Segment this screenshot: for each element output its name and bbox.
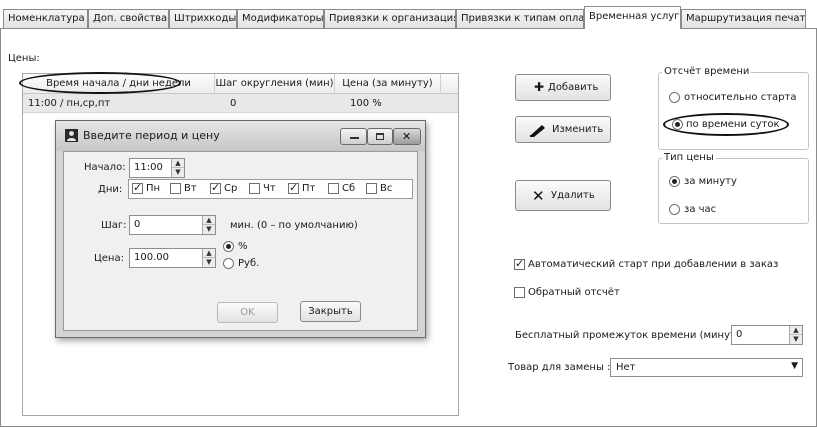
cell-start: 11:00 / пн,ср,пт <box>28 98 111 109</box>
auto-start-checkbox[interactable] <box>514 257 525 270</box>
day-label-tue: Вт <box>184 183 197 194</box>
day-checkbox-fri[interactable] <box>288 181 299 194</box>
table-row[interactable]: 11:00 / пн,ср,пт 0 100 % <box>23 94 458 113</box>
spin-down-icon: ▼ <box>175 168 181 176</box>
day-label-wed: Ср <box>224 183 238 194</box>
days-label: Дни: <box>98 184 123 195</box>
dialog-title: Введите период и цену <box>83 129 220 142</box>
spin-up-icon: ▲ <box>172 159 184 168</box>
step-hint: мин. (0 – по умолчанию) <box>230 220 358 231</box>
dialog-close-button[interactable]: Закрыть <box>300 301 361 322</box>
auto-start-label: Автоматический старт при добавлении в за… <box>528 259 779 270</box>
tab-barcodes[interactable]: Штрихкоды <box>169 9 237 28</box>
label-per-minute: за минуту <box>684 176 737 187</box>
day-label-thu: Чт <box>263 183 276 194</box>
step-spinner[interactable]: ▲ ▼ <box>202 216 215 234</box>
replacement-label: Товар для замены : <box>508 362 611 373</box>
column-header-step[interactable]: Шаг округления (мин) <box>215 74 335 94</box>
ok-button[interactable]: OK <box>217 302 278 323</box>
label-time-of-day: по времени суток <box>686 119 780 130</box>
plus-icon: ✚ <box>534 80 545 94</box>
day-checkbox-tue[interactable] <box>170 183 181 194</box>
maximize-button[interactable] <box>367 128 393 145</box>
minimize-icon <box>350 137 359 139</box>
radio-per-hour[interactable] <box>669 204 680 215</box>
unit-rub-label: Руб. <box>238 258 260 269</box>
unit-percent-radio[interactable] <box>223 241 234 252</box>
day-checkbox-sat[interactable] <box>328 183 339 194</box>
delete-button[interactable]: ✕ Удалить <box>515 180 611 211</box>
unit-percent-label: % <box>238 241 248 252</box>
time-reference-legend: Отсчёт времени <box>662 66 752 78</box>
chevron-down-icon: ▼ <box>791 361 798 371</box>
pen-icon <box>528 123 548 137</box>
label-relative-start: относительно старта <box>684 92 797 103</box>
step-label: Шаг: <box>101 220 127 231</box>
minimize-button[interactable] <box>340 128 367 145</box>
period-price-dialog: Введите период и цену ✕ Начало: 11:00 ▲ ▼… <box>55 120 426 338</box>
price-spinner[interactable]: ▲ ▼ <box>202 249 215 267</box>
price-label: Цена: <box>94 253 124 264</box>
free-interval-spinner[interactable]: ▲ ▼ <box>789 326 802 344</box>
day-checkbox-sun[interactable] <box>366 183 377 194</box>
person-icon <box>65 129 78 142</box>
start-time-spinner[interactable]: ▲ ▼ <box>171 159 184 177</box>
tab-time-service[interactable]: Временная услуга <box>584 6 681 29</box>
spin-down-icon: ▼ <box>206 258 212 266</box>
day-checkbox-mon[interactable] <box>132 181 143 194</box>
cell-step: 0 <box>230 98 237 109</box>
spin-down-icon: ▼ <box>793 335 799 343</box>
tab-extra-properties[interactable]: Доп. свойства <box>88 9 169 28</box>
spin-up-icon: ▲ <box>790 326 802 335</box>
free-interval-label: Бесплатный промежуток времени (минут) : <box>515 330 747 341</box>
day-label-sat: Сб <box>342 183 356 194</box>
time-reference-group <box>658 72 809 150</box>
radio-time-of-day[interactable] <box>672 119 683 130</box>
radio-relative-start[interactable] <box>669 92 680 103</box>
countdown-label: Обратный отсчёт <box>528 287 620 298</box>
day-label-sun: Вс <box>380 183 393 194</box>
dialog-body: Начало: 11:00 ▲▼ Дни: Пн Вт Ср Чт Пт Сб … <box>63 151 418 331</box>
label-per-hour: за час <box>684 204 717 215</box>
tab-modifiers[interactable]: Модификаторы <box>237 9 324 28</box>
tab-nomenclature[interactable]: Номенклатура <box>3 9 88 28</box>
replacement-value: Нет <box>616 362 636 373</box>
tab-payment-bindings[interactable]: Привязки к типам оплат <box>456 9 584 28</box>
delete-x-icon: ✕ <box>532 187 545 205</box>
edit-button[interactable]: Изменить <box>515 116 611 143</box>
countdown-checkbox[interactable] <box>514 287 525 298</box>
tab-print-routing[interactable]: Маршрутизация печати <box>681 9 806 28</box>
day-label-fri: Пт <box>302 183 316 194</box>
tab-strip: Номенклатура Доп. свойства Штрихкоды Мод… <box>0 0 817 29</box>
radio-per-minute[interactable] <box>669 176 680 187</box>
cell-price: 100 % <box>350 98 382 109</box>
add-button[interactable]: ✚ Добавить <box>515 74 611 101</box>
tab-org-bindings[interactable]: Привязки к организациям <box>324 9 456 28</box>
start-label: Начало: <box>84 162 126 173</box>
unit-rub-radio[interactable] <box>223 258 234 269</box>
close-icon: ✕ <box>402 130 412 143</box>
maximize-icon <box>376 133 384 140</box>
price-type-group <box>658 158 809 224</box>
spin-up-icon: ▲ <box>203 249 215 258</box>
spin-up-icon: ▲ <box>203 216 215 225</box>
day-checkbox-wed[interactable] <box>210 181 221 194</box>
highlight-oval <box>19 72 181 94</box>
price-type-legend: Тип цены <box>662 152 716 164</box>
column-header-price[interactable]: Цена (за минуту) <box>335 74 441 94</box>
spin-down-icon: ▼ <box>206 225 212 233</box>
dialog-titlebar[interactable]: Введите период и цену ✕ <box>56 121 425 151</box>
day-label-mon: Пн <box>146 183 161 194</box>
replacement-select[interactable]: Нет ▼ <box>610 358 803 377</box>
close-window-button[interactable]: ✕ <box>393 128 421 145</box>
day-checkbox-thu[interactable] <box>249 183 260 194</box>
prices-label: Цены: <box>8 53 40 64</box>
